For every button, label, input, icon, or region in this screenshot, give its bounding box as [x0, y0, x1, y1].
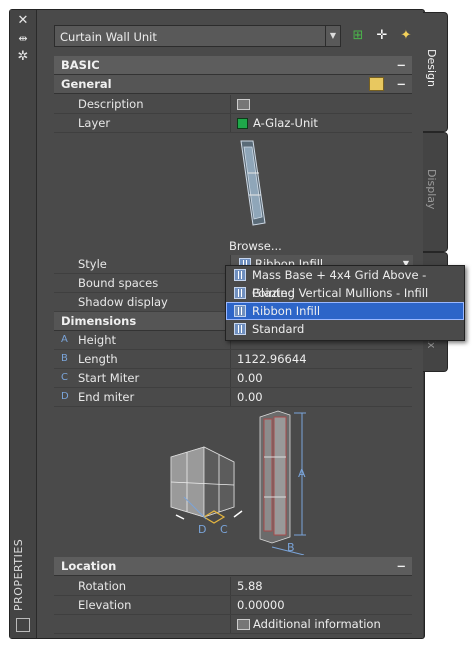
- property-label: Rotation: [78, 579, 127, 593]
- property-label: Style: [78, 257, 107, 271]
- additional-info-icon: [237, 619, 250, 630]
- description-edit-icon[interactable]: [237, 99, 250, 110]
- property-value[interactable]: 0.00: [230, 388, 413, 406]
- diagram-label-a: A: [298, 467, 306, 480]
- property-row-additional-info[interactable]: Additional information: [54, 615, 412, 634]
- add-selected-icon[interactable]: ⊞: [350, 28, 366, 44]
- tab-label: Display: [425, 169, 438, 210]
- settings-icon[interactable]: ✲: [16, 50, 30, 64]
- property-value[interactable]: 0.00: [230, 369, 413, 387]
- property-value[interactable]: 1122.96644: [230, 350, 413, 368]
- property-row-length[interactable]: B Length 1122.96644: [54, 350, 412, 369]
- object-type-select[interactable]: Curtain Wall Unit ▼: [54, 25, 341, 47]
- section-location[interactable]: Location −: [54, 557, 412, 576]
- style-icon: [234, 305, 246, 317]
- style-icon: [234, 287, 246, 299]
- dimension-letter: D: [61, 391, 69, 402]
- quick-properties-icon[interactable]: [369, 77, 384, 91]
- property-row-elevation[interactable]: Elevation 0.00000: [54, 596, 412, 615]
- property-label: Bound spaces: [78, 276, 159, 290]
- section-minus-icon[interactable]: −: [396, 75, 406, 93]
- dimension-letter: A: [61, 334, 68, 345]
- style-option[interactable]: Pointed Vertical Mullions - Infill: [226, 284, 464, 302]
- style-option-label: Ribbon Infill: [252, 304, 321, 318]
- auto-hide-icon[interactable]: ⇹: [16, 32, 30, 46]
- style-preview: Browse...: [54, 133, 412, 253]
- end-miter-value: 0.00: [237, 390, 263, 404]
- section-basic[interactable]: BASIC −: [54, 56, 412, 75]
- property-label: Start Miter: [78, 371, 140, 385]
- property-row-end-miter[interactable]: D End miter 0.00: [54, 388, 412, 407]
- curtain-wall-preview-image: [240, 140, 266, 226]
- palette-title-bar[interactable]: ✕ ⇹ ✲ PROPERTIES: [10, 10, 37, 638]
- property-value[interactable]: 5.88: [230, 577, 413, 595]
- property-row-layer[interactable]: Layer A-Glaz-Unit: [54, 114, 412, 133]
- additional-info-label: Additional information: [253, 617, 381, 631]
- style-option-selected[interactable]: Ribbon Infill: [226, 302, 464, 320]
- property-row-description[interactable]: Description: [54, 95, 412, 114]
- section-minus-icon[interactable]: −: [396, 557, 406, 575]
- object-type-value: Curtain Wall Unit: [60, 30, 157, 44]
- diagram-label-d: D: [198, 523, 206, 536]
- rotation-value: 5.88: [237, 579, 263, 593]
- select-objects-icon[interactable]: ✦: [398, 28, 414, 44]
- style-option-label: Standard: [252, 322, 305, 336]
- diagram-label-c: C: [220, 523, 228, 536]
- quick-select-icon[interactable]: ✛: [374, 28, 390, 44]
- palette-title: PROPERTIES: [12, 538, 25, 612]
- property-label: Shadow display: [78, 295, 168, 309]
- dimension-diagram-image: A B C D: [170, 410, 306, 556]
- property-value[interactable]: 0.00000: [230, 596, 413, 614]
- section-title: Location: [61, 559, 117, 573]
- property-label: Description: [78, 97, 144, 111]
- property-value[interactable]: [230, 95, 413, 113]
- tab-label: Design: [425, 49, 438, 87]
- style-icon: [234, 269, 246, 281]
- layer-color-swatch: [237, 118, 248, 129]
- section-title: Dimensions: [61, 314, 137, 328]
- tab-design[interactable]: Design: [423, 12, 448, 132]
- dimension-diagram: A B C D: [54, 407, 412, 556]
- additional-information-button[interactable]: Additional information: [230, 615, 413, 633]
- length-value: 1122.96644: [237, 352, 307, 366]
- property-row-start-miter[interactable]: C Start Miter 0.00: [54, 369, 412, 388]
- dimension-letter: C: [61, 372, 68, 383]
- diagram-label-b: B: [287, 541, 295, 554]
- section-title: BASIC: [61, 58, 100, 72]
- section-title: General: [61, 77, 112, 91]
- tab-display[interactable]: Display: [423, 132, 448, 252]
- elevation-value: 0.00000: [237, 598, 285, 612]
- property-label: Length: [78, 352, 118, 366]
- property-label: Height: [78, 333, 117, 347]
- style-option[interactable]: Standard: [226, 320, 464, 338]
- browse-link[interactable]: Browse...: [229, 239, 282, 253]
- property-label: Elevation: [78, 598, 132, 612]
- property-row-rotation[interactable]: Rotation 5.88: [54, 577, 412, 596]
- chevron-down-icon[interactable]: ▼: [325, 26, 340, 46]
- section-minus-icon[interactable]: −: [396, 56, 406, 74]
- style-dropdown-list: Mass Base + 4x4 Grid Above - Glazing Poi…: [225, 265, 465, 341]
- palette-properties-icon[interactable]: [16, 618, 30, 632]
- section-general[interactable]: General −: [54, 75, 412, 94]
- start-miter-value: 0.00: [237, 371, 263, 385]
- layer-value: A-Glaz-Unit: [253, 116, 318, 130]
- close-icon[interactable]: ✕: [16, 14, 30, 28]
- dimension-letter: B: [61, 353, 68, 364]
- style-icon: [234, 323, 246, 335]
- style-option[interactable]: Mass Base + 4x4 Grid Above - Glazing: [226, 266, 464, 300]
- property-label: End miter: [78, 390, 135, 404]
- style-option-label: Pointed Vertical Mullions - Infill: [252, 286, 429, 300]
- property-value[interactable]: A-Glaz-Unit: [230, 114, 413, 132]
- property-label: Layer: [78, 116, 111, 130]
